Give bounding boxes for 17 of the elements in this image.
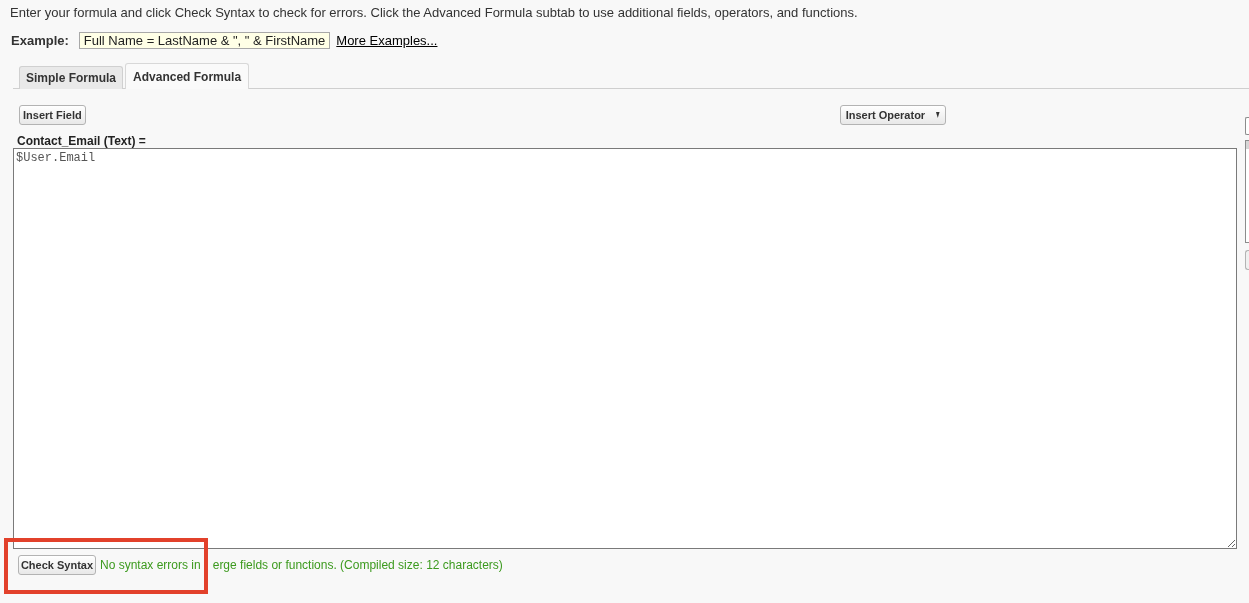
example-label: Example: (11, 32, 69, 48)
cut-off-button[interactable] (1245, 250, 1249, 270)
cut-off-field[interactable] (1245, 117, 1249, 135)
check-syntax-button[interactable]: Check Syntax (18, 555, 96, 575)
insert-operator-button[interactable]: Insert Operator (839, 105, 946, 125)
formula-editor[interactable]: $User.Email (13, 148, 1237, 549)
formula-tab[interactable]: Advanced Formula (125, 63, 250, 89)
instruction-text: Enter your formula and click Check Syntax to check for errors. Click the Advanced Formula subtab to use additional fields, operators, and functions. (10, 4, 858, 21)
formula-label: Contact_Email (Text) = (16, 134, 147, 148)
cut-off-list-box[interactable] (1245, 140, 1249, 243)
insert-field-button[interactable]: Insert Field (19, 105, 86, 125)
caret-icon (936, 112, 940, 118)
formula-tab[interactable]: Simple Formula (19, 66, 124, 89)
example-formula: Full Name = LastName & ", " & FirstName (78, 31, 331, 49)
syntax-message: erge fields or functions. (Compiled size: 12 characters) (212, 558, 503, 572)
more-examples-link[interactable]: More Examples... (336, 32, 438, 48)
syntax-message: No syntax errors in (100, 558, 201, 572)
